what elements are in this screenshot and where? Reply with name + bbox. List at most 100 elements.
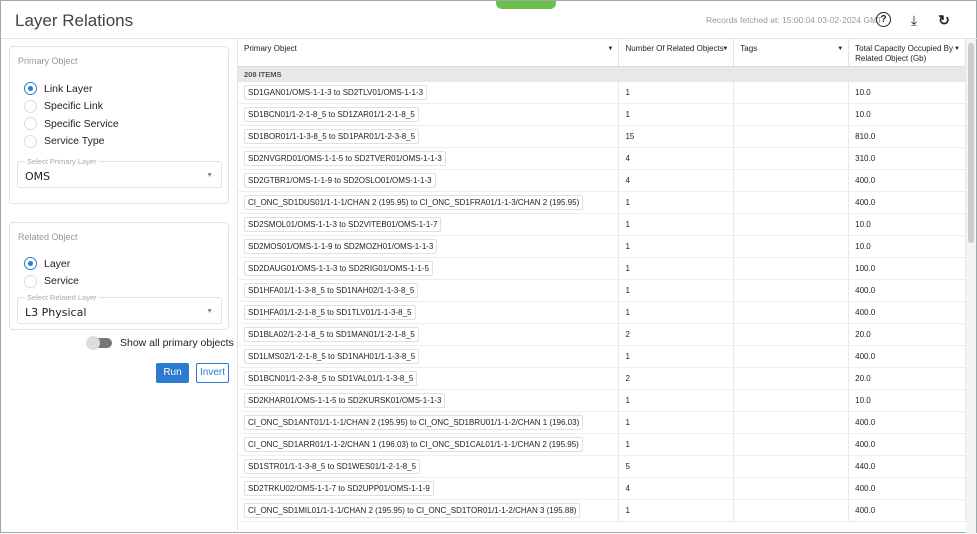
table-cell [734,301,850,324]
cell-value: 1 [625,110,630,119]
sort-icon[interactable]: ▼ [837,44,843,54]
primary-object-chip[interactable]: SD2DAUG01/OMS-1-1-3 to SD2RIG01/OMS-1-1-… [244,261,433,276]
table-row[interactable]: CI_ONC_SD1DUS01/1-1-1/CHAN 2 (195.95) to… [238,191,966,214]
related-layer-select[interactable]: Select Related Layer L3 Physical ▼ [17,293,222,324]
primary-object-chip[interactable]: SD1HFA01/1-2-1-8_5 to SD1TLV01/1-1-3-8_5 [244,305,416,320]
table-row[interactable]: CI_ONC_SD1ANT01/1-1-1/CHAN 2 (195.95) to… [238,411,966,434]
table-row[interactable]: SD1LMS02/1-2-1-8_5 to SD1NAH01/1-1-3-8_5… [238,345,966,368]
primary-object-chip[interactable]: SD2KHAR01/OMS-1-1-5 to SD2KURSK01/OMS-1-… [244,393,446,408]
table-row[interactable]: SD1GAN01/OMS-1-1-3 to SD2TLV01/OMS-1-1-3… [238,81,966,104]
show-all-toggle[interactable] [86,336,112,350]
table-cell: CI_ONC_SD1MIL01/1-1-1/CHAN 2 (195.95) to… [238,499,620,522]
primary-object-chip[interactable]: SD2SMOL01/OMS-1-1-3 to SD2VITEB01/OMS-1-… [244,217,442,232]
primary-object-chip[interactable]: SD1STR01/1-1-3-8_5 to SD1WES01/1-2-1-8_5 [244,459,421,474]
primary-object-chip[interactable]: SD1BLA02/1-2-1-8_5 to SD1MAN01/1-2-1-8_5 [244,327,419,342]
radio-link-layer[interactable]: Link Layer [24,82,92,95]
invert-button[interactable]: Invert [196,363,229,383]
cell-value: 810.0 [855,132,876,141]
table-cell [734,499,850,522]
table-cell [734,455,850,478]
table-cell: 1 [619,257,735,280]
primary-object-chip[interactable]: SD2NVGRD01/OMS-1-1-5 to SD2TVER01/OMS-1-… [244,151,446,166]
cell-value: 1 [625,198,630,207]
primary-object-chip[interactable]: SD2MOS01/OMS-1-1-9 to SD2MOZH01/OMS-1-1-… [244,239,438,254]
table-cell [734,257,850,280]
primary-object-chip[interactable]: CI_ONC_SD1ANT01/1-1-1/CHAN 2 (195.95) to… [244,415,584,430]
table-row[interactable]: CI_ONC_SD1MIL01/1-1-1/CHAN 2 (195.95) to… [238,499,966,522]
primary-object-chip[interactable]: SD1LMS02/1-2-1-8_5 to SD1NAH01/1-1-3-8_5 [244,349,420,364]
primary-object-chip[interactable]: SD2GTBR1/OMS-1-1-9 to SD2OSLO01/OMS-1-1-… [244,173,436,188]
column-header[interactable]: Total Capacity Occupied By Related Objec… [849,39,966,66]
table-cell: SD2GTBR1/OMS-1-1-9 to SD2OSLO01/OMS-1-1-… [238,169,620,192]
table-cell: 4 [619,147,735,170]
primary-object-chip[interactable]: SD1GAN01/OMS-1-1-3 to SD2TLV01/OMS-1-1-3 [244,85,428,100]
radio-circle[interactable] [24,99,37,113]
scrollbar-thumb[interactable] [968,43,974,243]
primary-layer-label: Select Primary Layer [25,157,99,166]
radio-label: Specific Link [44,100,103,112]
table-cell: 400.0 [849,301,966,324]
radio-circle[interactable] [24,82,37,95]
primary-object-chip[interactable]: SD1HFA01/1-1-3-8_5 to SD1NAH02/1-1-3-8_5 [244,283,419,298]
primary-object-chip[interactable]: SD2TRKU02/OMS-1-1-7 to SD2UPP01/OMS-1-1-… [244,481,434,496]
radio-circle[interactable] [24,257,37,270]
item-count: 208 ITEMS [238,67,966,82]
table-row[interactable]: SD1HFA01/1-1-3-8_5 to SD1NAH02/1-1-3-8_5… [238,279,966,302]
table-cell: 2 [619,323,735,346]
primary-object-chip[interactable]: CI_ONC_SD1DUS01/1-1-1/CHAN 2 (195.95) to… [244,195,584,210]
help-icon[interactable]: ? [876,12,891,27]
table-row[interactable]: SD2KHAR01/OMS-1-1-5 to SD2KURSK01/OMS-1-… [238,389,966,412]
table-row[interactable]: SD1BCN01/1-2-1-8_5 to SD1ZAR01/1-2-1-8_5… [238,103,966,126]
sort-icon[interactable]: ▼ [608,44,614,54]
run-button[interactable]: Run [156,363,189,383]
download-icon[interactable]: ⤓ [905,11,923,29]
table-row[interactable]: SD2DAUG01/OMS-1-1-3 to SD2RIG01/OMS-1-1-… [238,257,966,280]
radio-layer[interactable]: Layer [24,257,70,270]
table-header: Primary Object ▼ Number Of Related Objects… [238,39,966,67]
fetched-timestamp: Records fetched at: 15:00:04 03-02-2024 … [706,15,883,25]
refresh-icon[interactable]: ↻ [935,11,953,29]
table-row[interactable]: SD1STR01/1-1-3-8_5 to SD1WES01/1-2-1-8_5… [238,455,966,478]
radio-circle[interactable] [24,134,37,148]
sort-icon[interactable]: ▼ [954,44,960,54]
table-cell: SD1BCN01/1-2-3-8_5 to SD1VAL01/1-1-3-8_5 [238,367,620,390]
table-row[interactable]: SD1HFA01/1-2-1-8_5 to SD1TLV01/1-1-3-8_5… [238,301,966,324]
column-header[interactable]: Tags ▼ [734,39,850,66]
primary-object-chip[interactable]: CI_ONC_SD1MIL01/1-1-1/CHAN 2 (195.95) to… [244,503,581,518]
primary-layer-select[interactable]: Select Primary Layer OMS ▼ [17,157,222,188]
scrollbar[interactable] [966,39,976,534]
primary-object-chip[interactable]: SD1BOR01/1-1-3-8_5 to SD1PAR01/1-2-3-8_5 [244,129,420,144]
radio-circle[interactable] [24,117,37,130]
radio-circle[interactable] [24,274,37,288]
radio-specific-link[interactable]: Specific Link [24,99,103,113]
table-cell [734,235,850,258]
column-header[interactable]: Primary Object ▼ [238,39,620,66]
sort-icon[interactable]: ▼ [722,44,728,54]
table-row[interactable]: SD2SMOL01/OMS-1-1-3 to SD2VITEB01/OMS-1-… [238,213,966,236]
table-cell [734,477,850,500]
table-cell: 10.0 [849,389,966,412]
column-header-label: Total Capacity Occupied By Related Objec… [855,44,953,63]
table-cell [734,411,850,434]
table-row[interactable]: SD2TRKU02/OMS-1-1-7 to SD2UPP01/OMS-1-1-… [238,477,966,500]
column-header[interactable]: Number Of Related Objects ▼ [619,39,735,66]
table-row[interactable]: SD1BCN01/1-2-3-8_5 to SD1VAL01/1-1-3-8_5… [238,367,966,390]
table-row[interactable]: SD1BLA02/1-2-1-8_5 to SD1MAN01/1-2-1-8_5… [238,323,966,346]
table-cell [734,191,850,214]
table-cell: 4 [619,169,735,192]
radio-service-type[interactable]: Service Type [24,134,105,148]
cell-value: 5 [625,462,630,471]
radio-service[interactable]: Service [24,274,79,288]
table-row[interactable]: SD2NVGRD01/OMS-1-1-5 to SD2TVER01/OMS-1-… [238,147,966,170]
primary-object-chip[interactable]: SD1BCN01/1-2-1-8_5 to SD1ZAR01/1-2-1-8_5 [244,107,419,122]
table-row[interactable]: SD2GTBR1/OMS-1-1-9 to SD2OSLO01/OMS-1-1-… [238,169,966,192]
table-row[interactable]: SD1BOR01/1-1-3-8_5 to SD1PAR01/1-2-3-8_5… [238,125,966,148]
related-object-panel: Related Object Layer Service Select Relat… [9,222,229,330]
radio-specific-service[interactable]: Specific Service [24,117,119,130]
table-row[interactable]: CI_ONC_SD1ARR01/1-1-2/CHAN 1 (196.03) to… [238,433,966,456]
top-bar: Layer Relations Records fetched at: 15:0… [1,1,977,39]
primary-object-chip[interactable]: CI_ONC_SD1ARR01/1-1-2/CHAN 1 (196.03) to… [244,437,583,452]
table-cell: SD1STR01/1-1-3-8_5 to SD1WES01/1-2-1-8_5 [238,455,620,478]
table-row[interactable]: SD2MOS01/OMS-1-1-9 to SD2MOZH01/OMS-1-1-… [238,235,966,258]
primary-object-chip[interactable]: SD1BCN01/1-2-3-8_5 to SD1VAL01/1-1-3-8_5 [244,371,418,386]
